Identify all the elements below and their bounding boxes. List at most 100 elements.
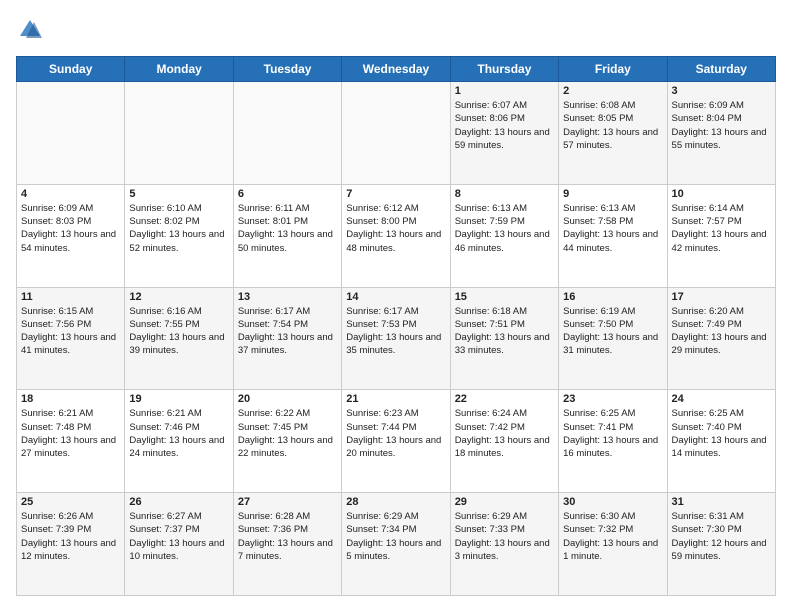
day-number: 31 xyxy=(672,496,771,508)
day-info: Sunrise: 6:27 AM Sunset: 7:37 PM Dayligh… xyxy=(129,510,228,563)
header xyxy=(16,16,776,44)
day-number: 20 xyxy=(238,393,337,405)
day-info: Sunrise: 6:25 AM Sunset: 7:41 PM Dayligh… xyxy=(563,407,662,460)
day-info: Sunrise: 6:21 AM Sunset: 7:46 PM Dayligh… xyxy=(129,407,228,460)
calendar-cell: 15 Sunrise: 6:18 AM Sunset: 7:51 PM Dayli… xyxy=(450,287,558,390)
calendar-cell: 22 Sunrise: 6:24 AM Sunset: 7:42 PM Dayli… xyxy=(450,390,558,493)
day-number: 29 xyxy=(455,496,554,508)
day-info: Sunrise: 6:19 AM Sunset: 7:50 PM Dayligh… xyxy=(563,305,662,358)
day-info: Sunrise: 6:30 AM Sunset: 7:32 PM Dayligh… xyxy=(563,510,662,563)
day-number: 30 xyxy=(563,496,662,508)
calendar-cell: 17 Sunrise: 6:20 AM Sunset: 7:49 PM Dayli… xyxy=(667,287,775,390)
day-info: Sunrise: 6:28 AM Sunset: 7:36 PM Dayligh… xyxy=(238,510,337,563)
day-info: Sunrise: 6:09 AM Sunset: 8:04 PM Dayligh… xyxy=(672,99,771,152)
calendar-cell: 24 Sunrise: 6:25 AM Sunset: 7:40 PM Dayli… xyxy=(667,390,775,493)
day-info: Sunrise: 6:08 AM Sunset: 8:05 PM Dayligh… xyxy=(563,99,662,152)
day-info: Sunrise: 6:29 AM Sunset: 7:34 PM Dayligh… xyxy=(346,510,445,563)
day-info: Sunrise: 6:11 AM Sunset: 8:01 PM Dayligh… xyxy=(238,202,337,255)
day-number: 25 xyxy=(21,496,120,508)
calendar-cell: 3 Sunrise: 6:09 AM Sunset: 8:04 PM Daylig… xyxy=(667,82,775,185)
calendar-cell: 6 Sunrise: 6:11 AM Sunset: 8:01 PM Daylig… xyxy=(233,184,341,287)
calendar-cell: 9Sunrise: 6:13 AM Sunset: 7:58 PM Daylig… xyxy=(559,184,667,287)
calendar-cell: 2 Sunrise: 6:08 AM Sunset: 8:05 PM Daylig… xyxy=(559,82,667,185)
day-number: 11 xyxy=(21,291,120,303)
day-info: Sunrise: 6:09 AM Sunset: 8:03 PM Dayligh… xyxy=(21,202,120,255)
day-info: Sunrise: 6:25 AM Sunset: 7:40 PM Dayligh… xyxy=(672,407,771,460)
day-number: 24 xyxy=(672,393,771,405)
calendar-cell: 1 Sunrise: 6:07 AM Sunset: 8:06 PM Daylig… xyxy=(450,82,558,185)
calendar-cell xyxy=(17,82,125,185)
calendar-cell: 25 Sunrise: 6:26 AM Sunset: 7:39 PM Dayli… xyxy=(17,493,125,596)
day-header-monday: Monday xyxy=(125,57,233,82)
day-info: Sunrise: 6:13 AM Sunset: 7:58 PM Dayligh… xyxy=(563,202,662,255)
week-row-4: 18 Sunrise: 6:21 AM Sunset: 7:48 PM Dayli… xyxy=(17,390,776,493)
week-row-1: 1 Sunrise: 6:07 AM Sunset: 8:06 PM Daylig… xyxy=(17,82,776,185)
day-info: Sunrise: 6:15 AM Sunset: 7:56 PM Dayligh… xyxy=(21,305,120,358)
day-info: Sunrise: 6:10 AM Sunset: 8:02 PM Dayligh… xyxy=(129,202,228,255)
day-number: 7 xyxy=(346,188,445,200)
week-row-2: 4 Sunrise: 6:09 AM Sunset: 8:03 PM Daylig… xyxy=(17,184,776,287)
calendar-cell: 23 Sunrise: 6:25 AM Sunset: 7:41 PM Dayli… xyxy=(559,390,667,493)
day-number: 15 xyxy=(455,291,554,303)
calendar-cell: 10Sunrise: 6:14 AM Sunset: 7:57 PM Dayli… xyxy=(667,184,775,287)
day-number: 8 xyxy=(455,188,554,200)
calendar-cell: 4 Sunrise: 6:09 AM Sunset: 8:03 PM Daylig… xyxy=(17,184,125,287)
calendar-cell: 29 Sunrise: 6:29 AM Sunset: 7:33 PM Dayli… xyxy=(450,493,558,596)
day-number: 3 xyxy=(672,85,771,97)
calendar-cell: 7 Sunrise: 6:12 AM Sunset: 8:00 PM Daylig… xyxy=(342,184,450,287)
day-number: 27 xyxy=(238,496,337,508)
calendar-cell: 21 Sunrise: 6:23 AM Sunset: 7:44 PM Dayli… xyxy=(342,390,450,493)
calendar-cell: 11 Sunrise: 6:15 AM Sunset: 7:56 PM Dayli… xyxy=(17,287,125,390)
day-info: Sunrise: 6:13 AM Sunset: 7:59 PM Dayligh… xyxy=(455,202,554,255)
day-number: 26 xyxy=(129,496,228,508)
day-number: 21 xyxy=(346,393,445,405)
day-number: 6 xyxy=(238,188,337,200)
day-info: Sunrise: 6:26 AM Sunset: 7:39 PM Dayligh… xyxy=(21,510,120,563)
calendar-cell: 18 Sunrise: 6:21 AM Sunset: 7:48 PM Dayli… xyxy=(17,390,125,493)
calendar-cell: 28 Sunrise: 6:29 AM Sunset: 7:34 PM Dayli… xyxy=(342,493,450,596)
day-info: Sunrise: 6:17 AM Sunset: 7:53 PM Dayligh… xyxy=(346,305,445,358)
day-number: 19 xyxy=(129,393,228,405)
calendar-cell: 19 Sunrise: 6:21 AM Sunset: 7:46 PM Dayli… xyxy=(125,390,233,493)
day-header-sunday: Sunday xyxy=(17,57,125,82)
calendar-cell: 31 Sunrise: 6:31 AM Sunset: 7:30 PM Dayli… xyxy=(667,493,775,596)
day-header-saturday: Saturday xyxy=(667,57,775,82)
day-number: 23 xyxy=(563,393,662,405)
day-info: Sunrise: 6:16 AM Sunset: 7:55 PM Dayligh… xyxy=(129,305,228,358)
day-number: 2 xyxy=(563,85,662,97)
day-number: 14 xyxy=(346,291,445,303)
calendar-header-row: SundayMondayTuesdayWednesdayThursdayFrid… xyxy=(17,57,776,82)
logo xyxy=(16,16,48,44)
day-number: 4 xyxy=(21,188,120,200)
day-info: Sunrise: 6:29 AM Sunset: 7:33 PM Dayligh… xyxy=(455,510,554,563)
day-number: 18 xyxy=(21,393,120,405)
day-number: 17 xyxy=(672,291,771,303)
day-number: 10 xyxy=(672,188,771,200)
calendar-cell: 5 Sunrise: 6:10 AM Sunset: 8:02 PM Daylig… xyxy=(125,184,233,287)
calendar-cell xyxy=(342,82,450,185)
day-info: Sunrise: 6:24 AM Sunset: 7:42 PM Dayligh… xyxy=(455,407,554,460)
calendar-cell xyxy=(125,82,233,185)
day-number: 28 xyxy=(346,496,445,508)
calendar-cell xyxy=(233,82,341,185)
calendar-cell: 30 Sunrise: 6:30 AM Sunset: 7:32 PM Dayli… xyxy=(559,493,667,596)
day-info: Sunrise: 6:23 AM Sunset: 7:44 PM Dayligh… xyxy=(346,407,445,460)
calendar-cell: 20 Sunrise: 6:22 AM Sunset: 7:45 PM Dayli… xyxy=(233,390,341,493)
week-row-3: 11 Sunrise: 6:15 AM Sunset: 7:56 PM Dayli… xyxy=(17,287,776,390)
calendar-cell: 13Sunrise: 6:17 AM Sunset: 7:54 PM Dayli… xyxy=(233,287,341,390)
day-info: Sunrise: 6:31 AM Sunset: 7:30 PM Dayligh… xyxy=(672,510,771,563)
day-header-wednesday: Wednesday xyxy=(342,57,450,82)
day-number: 1 xyxy=(455,85,554,97)
day-info: Sunrise: 6:17 AM Sunset: 7:54 PM Dayligh… xyxy=(238,305,337,358)
day-info: Sunrise: 6:12 AM Sunset: 8:00 PM Dayligh… xyxy=(346,202,445,255)
week-row-5: 25 Sunrise: 6:26 AM Sunset: 7:39 PM Dayli… xyxy=(17,493,776,596)
day-info: Sunrise: 6:20 AM Sunset: 7:49 PM Dayligh… xyxy=(672,305,771,358)
day-number: 5 xyxy=(129,188,228,200)
day-info: Sunrise: 6:07 AM Sunset: 8:06 PM Dayligh… xyxy=(455,99,554,152)
day-number: 22 xyxy=(455,393,554,405)
logo-icon xyxy=(16,16,44,44)
day-info: Sunrise: 6:21 AM Sunset: 7:48 PM Dayligh… xyxy=(21,407,120,460)
calendar-cell: 12Sunrise: 6:16 AM Sunset: 7:55 PM Dayli… xyxy=(125,287,233,390)
day-info: Sunrise: 6:18 AM Sunset: 7:51 PM Dayligh… xyxy=(455,305,554,358)
day-info: Sunrise: 6:22 AM Sunset: 7:45 PM Dayligh… xyxy=(238,407,337,460)
